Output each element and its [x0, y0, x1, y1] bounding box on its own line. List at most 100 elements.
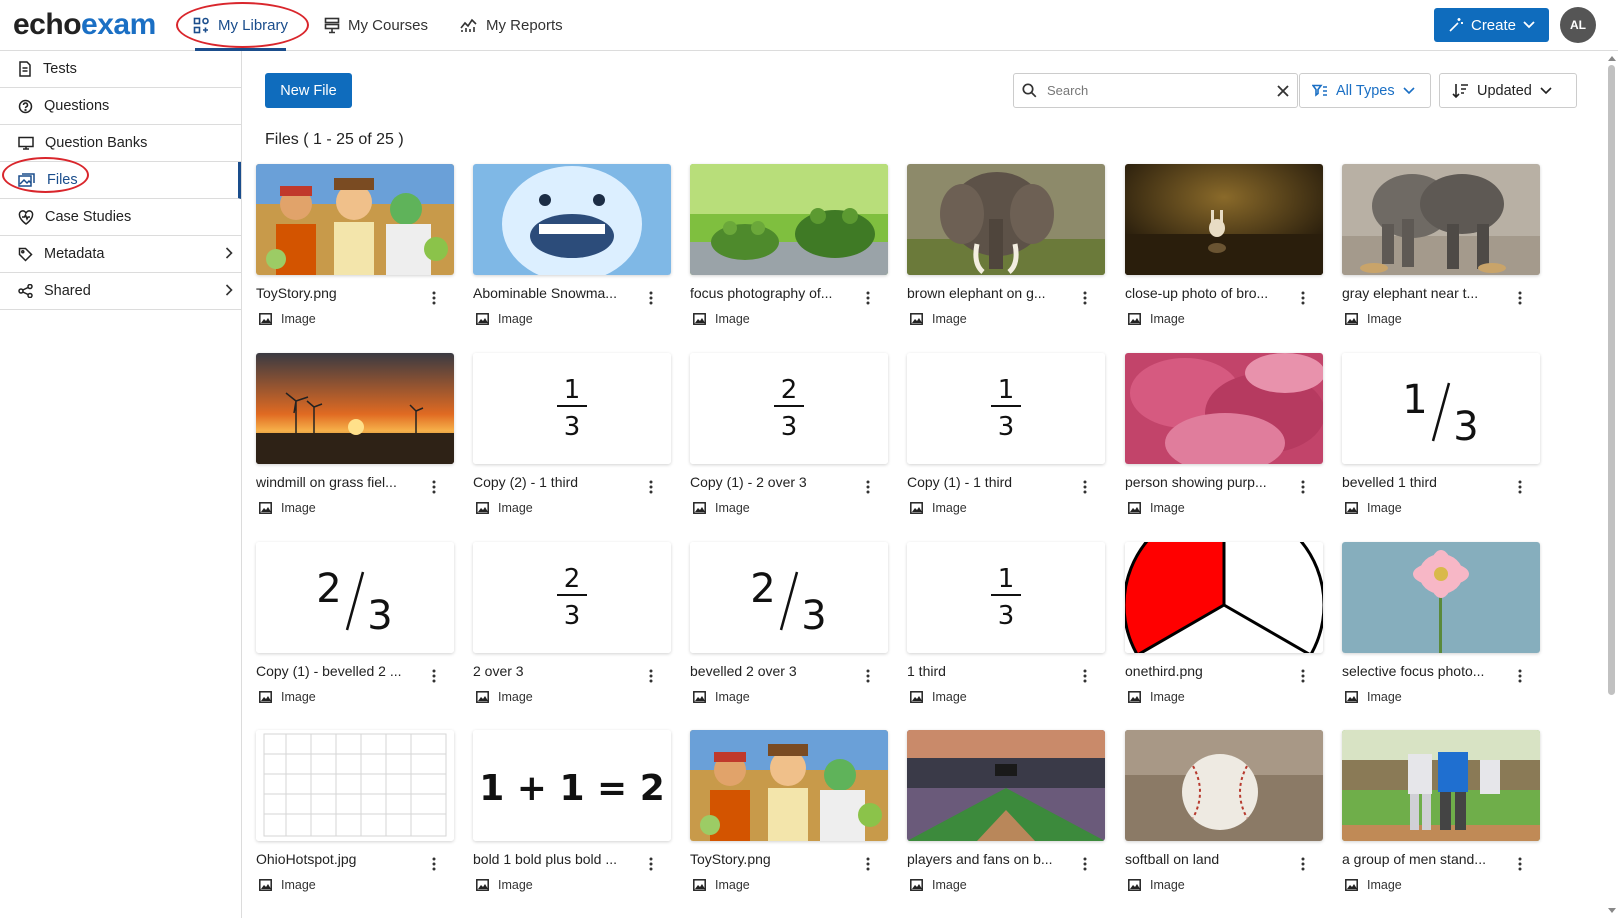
more-options-icon[interactable] — [649, 857, 653, 871]
file-name[interactable]: brown elephant on g... — [907, 285, 1079, 301]
sidebar-item-shared[interactable]: Shared — [0, 273, 241, 310]
file-thumbnail[interactable] — [1125, 164, 1323, 275]
file-name[interactable]: close-up photo of bro... — [1125, 285, 1297, 301]
file-thumbnail[interactable] — [1125, 730, 1323, 841]
file-card[interactable]: ToyStory.png Image — [690, 730, 888, 892]
file-thumbnail[interactable] — [1125, 353, 1323, 464]
file-card[interactable]: Abominable Snowma... Image — [473, 164, 671, 326]
file-thumbnail[interactable]: 1 3 — [1342, 353, 1540, 464]
tab-my-reports[interactable]: My Reports — [460, 0, 563, 50]
file-card[interactable]: 1 3 1 third Image — [907, 542, 1105, 704]
file-thumbnail[interactable]: 2 3 — [690, 542, 888, 653]
file-name[interactable]: Copy (1) - 1 third — [907, 474, 1079, 490]
file-card[interactable]: 1 + 1 = 2 bold 1 bold plus bold ... Imag… — [473, 730, 671, 892]
file-thumbnail[interactable]: 1 3 — [473, 353, 671, 464]
create-button[interactable]: Create — [1434, 8, 1549, 42]
file-name[interactable]: Copy (2) - 1 third — [473, 474, 645, 490]
more-options-icon[interactable] — [649, 480, 653, 494]
tab-my-library[interactable]: My Library — [193, 0, 288, 51]
file-thumbnail[interactable]: 1 + 1 = 2 — [473, 730, 671, 841]
file-thumbnail[interactable]: 1 3 — [907, 542, 1105, 653]
more-options-icon[interactable] — [649, 669, 653, 683]
file-name[interactable]: a group of men stand... — [1342, 851, 1514, 867]
more-options-icon[interactable] — [866, 669, 870, 683]
more-options-icon[interactable] — [432, 669, 436, 683]
file-name[interactable]: ToyStory.png — [690, 851, 862, 867]
file-card[interactable]: gray elephant near t... Image — [1342, 164, 1540, 326]
file-name[interactable]: Abominable Snowma... — [473, 285, 645, 301]
file-name[interactable]: Copy (1) - bevelled 2 ... — [256, 663, 428, 679]
file-card[interactable]: 2 3 bevelled 2 over 3 Image — [690, 542, 888, 704]
file-name[interactable]: bevelled 2 over 3 — [690, 663, 862, 679]
file-card[interactable]: onethird.png Image — [1125, 542, 1323, 704]
more-options-icon[interactable] — [1083, 291, 1087, 305]
file-thumbnail[interactable] — [1342, 164, 1540, 275]
file-card[interactable]: 1 3 Copy (2) - 1 third Image — [473, 353, 671, 515]
clear-search-icon[interactable] — [1277, 84, 1289, 97]
echoexam-logo[interactable]: echoexam — [13, 8, 156, 42]
file-name[interactable]: focus photography of... — [690, 285, 862, 301]
new-file-button[interactable]: New File — [265, 73, 352, 108]
file-thumbnail[interactable] — [1125, 542, 1323, 653]
more-options-icon[interactable] — [432, 857, 436, 871]
sidebar-item-tests[interactable]: Tests — [0, 51, 241, 88]
file-card[interactable]: brown elephant on g... Image — [907, 164, 1105, 326]
file-thumbnail[interactable] — [907, 164, 1105, 275]
scroll-thumb[interactable] — [1608, 65, 1615, 695]
file-name[interactable]: selective focus photo... — [1342, 663, 1514, 679]
file-name[interactable]: OhioHotspot.jpg — [256, 851, 428, 867]
file-thumbnail[interactable]: 2 3 — [473, 542, 671, 653]
file-card[interactable]: windmill on grass fiel... Image — [256, 353, 454, 515]
type-filter-dropdown[interactable]: All Types — [1299, 73, 1431, 108]
sort-dropdown[interactable]: Updated — [1439, 73, 1577, 108]
file-name[interactable]: 1 third — [907, 663, 1079, 679]
user-avatar[interactable]: AL — [1560, 7, 1596, 43]
more-options-icon[interactable] — [432, 291, 436, 305]
more-options-icon[interactable] — [866, 480, 870, 494]
file-card[interactable]: person showing purp... Image — [1125, 353, 1323, 515]
file-thumbnail[interactable] — [256, 164, 454, 275]
file-card[interactable]: focus photography of... Image — [690, 164, 888, 326]
more-options-icon[interactable] — [1301, 291, 1305, 305]
file-thumbnail[interactable] — [1342, 730, 1540, 841]
file-card[interactable]: 2 3 2 over 3 Image — [473, 542, 671, 704]
file-name[interactable]: 2 over 3 — [473, 663, 645, 679]
sidebar-item-questions[interactable]: Questions — [0, 88, 241, 125]
file-card[interactable]: selective focus photo... Image — [1342, 542, 1540, 704]
file-thumbnail[interactable]: 2 3 — [256, 542, 454, 653]
file-name[interactable]: gray elephant near t... — [1342, 285, 1514, 301]
file-name[interactable]: softball on land — [1125, 851, 1297, 867]
more-options-icon[interactable] — [432, 480, 436, 494]
file-thumbnail[interactable]: 1 3 — [907, 353, 1105, 464]
file-name[interactable]: bevelled 1 third — [1342, 474, 1514, 490]
tab-my-courses[interactable]: My Courses — [324, 0, 428, 50]
file-name[interactable]: person showing purp... — [1125, 474, 1297, 490]
more-options-icon[interactable] — [1083, 857, 1087, 871]
file-thumbnail[interactable] — [690, 730, 888, 841]
search-input[interactable] — [1047, 83, 1267, 98]
file-thumbnail[interactable]: 2 3 — [690, 353, 888, 464]
more-options-icon[interactable] — [1518, 857, 1522, 871]
more-options-icon[interactable] — [1301, 669, 1305, 683]
more-options-icon[interactable] — [866, 857, 870, 871]
file-name[interactable]: Copy (1) - 2 over 3 — [690, 474, 862, 490]
file-card[interactable]: a group of men stand... Image — [1342, 730, 1540, 892]
scroll-down-arrow[interactable] — [1608, 908, 1616, 913]
file-card[interactable]: 2 3 Copy (1) - 2 over 3 Image — [690, 353, 888, 515]
more-options-icon[interactable] — [649, 291, 653, 305]
scroll-up-arrow[interactable] — [1608, 56, 1616, 61]
more-options-icon[interactable] — [1518, 291, 1522, 305]
sidebar-item-question-banks[interactable]: Question Banks — [0, 125, 241, 162]
file-card[interactable]: softball on land Image — [1125, 730, 1323, 892]
sidebar-item-metadata[interactable]: Metadata — [0, 236, 241, 273]
file-card[interactable]: 2 3 Copy (1) - bevelled 2 ... Image — [256, 542, 454, 704]
file-card[interactable]: close-up photo of bro... Image — [1125, 164, 1323, 326]
more-options-icon[interactable] — [1083, 480, 1087, 494]
file-thumbnail[interactable] — [256, 353, 454, 464]
more-options-icon[interactable] — [1301, 857, 1305, 871]
file-name[interactable]: bold 1 bold plus bold ... — [473, 851, 645, 867]
file-card[interactable]: 1 3 Copy (1) - 1 third Image — [907, 353, 1105, 515]
sidebar-item-case-studies[interactable]: Case Studies — [0, 199, 241, 236]
more-options-icon[interactable] — [1301, 480, 1305, 494]
file-card[interactable]: players and fans on b... Image — [907, 730, 1105, 892]
